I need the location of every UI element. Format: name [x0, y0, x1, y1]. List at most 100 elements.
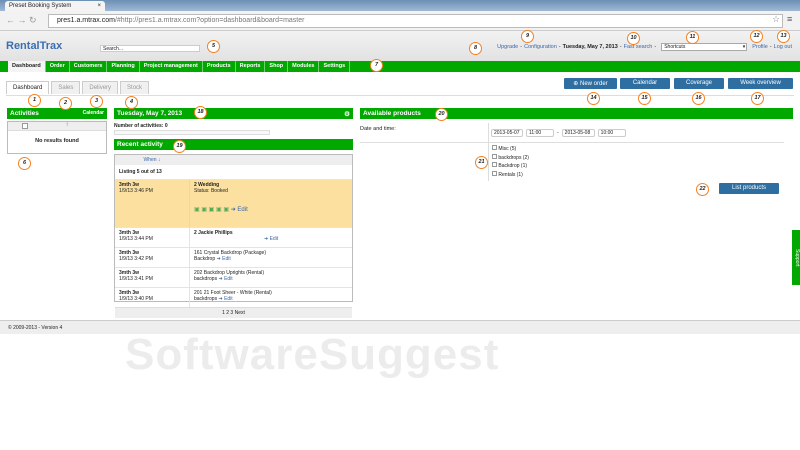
row-time: 1/9/13 3:42 PM — [119, 256, 153, 262]
category-misc[interactable]: Misc (5) — [492, 145, 529, 154]
tab-dashboard[interactable]: Dashboard — [6, 81, 50, 94]
separator: - — [619, 44, 622, 50]
row-category: backdrops — [194, 276, 218, 282]
week-overview-button[interactable]: Week overview — [728, 78, 793, 89]
category-backdrop[interactable]: Backdrop (1) — [492, 162, 529, 171]
shortcuts-select[interactable]: Shortcuts ▾ — [661, 43, 748, 51]
callout: 16 — [692, 92, 705, 105]
edit-link[interactable]: ➜ Edit — [217, 256, 231, 262]
activities-table: ↑ No results found — [7, 121, 107, 154]
star-icon[interactable]: ☆ — [772, 14, 780, 25]
nav-shop[interactable]: Shop — [265, 61, 289, 72]
tab-delivery[interactable]: Delivery — [82, 81, 119, 94]
to-date-input[interactable]: 2013-05-08 — [561, 129, 595, 137]
list-products-button[interactable]: List products — [719, 183, 779, 194]
table-row[interactable]: 3mth 3w 1/9/13 3:40 PM 201 21 Foot Sheer … — [115, 287, 352, 307]
callout: 1 — [28, 94, 41, 107]
support-tab[interactable]: Support — [792, 230, 800, 285]
sub-tabs: Dashboard Sales Delivery Stock — [6, 81, 150, 94]
category-label: Rentals (1) — [498, 171, 523, 178]
row-title: 2 Jackie Phillips — [194, 230, 233, 236]
action-icons[interactable]: ▣ ▣ ▣ ▣ ▣ ➜ Edit — [194, 206, 348, 213]
when-column-header[interactable]: When ↓ — [115, 155, 189, 165]
pagination[interactable]: 1 2 3 Next — [115, 307, 352, 318]
category-label: Misc (5) — [498, 146, 517, 152]
nav-modules[interactable]: Modules — [288, 61, 320, 72]
nav-planning[interactable]: Planning — [107, 61, 140, 72]
new-order-button[interactable]: ⊕ New order — [564, 78, 617, 89]
nav-project-management[interactable]: Project management — [140, 61, 203, 72]
table-header: When ↓ — [115, 155, 352, 165]
main-nav: Dashboard Order Customers Planning Proje… — [0, 61, 800, 72]
divider — [488, 123, 489, 181]
current-date: Tuesday, May 7, 2013 — [562, 44, 618, 50]
menu-icon[interactable]: ≡ — [787, 14, 792, 24]
nav-order[interactable]: Order — [46, 61, 70, 72]
callout: 22 — [696, 183, 709, 196]
logo: RentalTrax — [6, 40, 63, 52]
category-rentals[interactable]: Rentals (1) — [492, 170, 529, 180]
callout: 7 — [370, 59, 383, 72]
tab-sales[interactable]: Sales — [51, 81, 81, 94]
nav-settings[interactable]: Settings — [319, 61, 351, 72]
checkbox[interactable] — [492, 162, 497, 167]
callout: 3 — [90, 95, 103, 108]
search-input[interactable]: Search... — [100, 45, 200, 52]
to-time-input[interactable]: 10:00 — [597, 129, 626, 137]
callout: 9 — [521, 30, 534, 43]
row-category: backdrops — [194, 296, 218, 302]
edit-link[interactable]: ➜ Edit — [218, 296, 232, 302]
table-row[interactable]: 3mth 3w 1/9/13 3:42 PM 161 Crystal Backdr… — [115, 247, 352, 267]
callout: 14 — [587, 92, 600, 105]
chevron-down-icon: ▾ — [742, 44, 746, 50]
from-date-input[interactable]: 2013-05-07 — [491, 129, 523, 137]
edit-link[interactable]: ➜ Edit — [264, 236, 278, 242]
calendar-link[interactable]: Calendar — [83, 110, 104, 116]
table-row[interactable]: 3mth 3w 1/9/13 3:46 PM 2 Wedding Status: B… — [115, 179, 352, 227]
profile-link[interactable]: Profile — [752, 44, 768, 50]
category-label: backdrops (2) — [498, 154, 529, 161]
gear-icon[interactable]: ⚙ — [344, 110, 350, 118]
table-row[interactable]: 3mth 3w 1/9/13 3:41 PM 202 Backdrop Uprig… — [115, 267, 352, 287]
sort-arrow-icon[interactable]: ↑ — [66, 122, 69, 128]
nav-customers[interactable]: Customers — [70, 61, 108, 72]
empty-message: No results found — [35, 138, 79, 144]
callout: 19 — [173, 140, 186, 153]
edit-link[interactable]: ➜ Edit — [218, 276, 232, 282]
category-backdrops[interactable]: backdrops (2) — [492, 153, 529, 163]
table-row[interactable]: 3mth 3w 1/9/13 3:44 PM 2 Jackie Phillips ➜… — [115, 227, 352, 247]
edit-link[interactable]: ➜ Edit — [231, 207, 248, 213]
available-products-header: Available products — [360, 108, 793, 119]
coverage-button[interactable]: Coverage — [674, 78, 724, 89]
callout: 20 — [435, 108, 448, 121]
callout: 17 — [751, 92, 764, 105]
category-label: Backdrop (1) — [498, 163, 528, 169]
close-icon[interactable]: × — [97, 3, 101, 9]
edit-label: Edit — [224, 296, 233, 302]
configuration-link[interactable]: Configuration — [524, 44, 557, 50]
date-time-label: Date and time: — [360, 126, 396, 132]
tab-stock[interactable]: Stock — [120, 81, 150, 94]
upgrade-link[interactable]: Upgrade — [497, 44, 518, 50]
activities-header: Activities Calendar — [7, 108, 107, 119]
nav-products[interactable]: Products — [203, 61, 236, 72]
checkbox[interactable] — [492, 170, 497, 176]
divider — [360, 142, 784, 143]
row-category: Backdrop — [194, 256, 216, 262]
separator: - — [520, 44, 523, 50]
from-time-input[interactable]: 11:00 — [526, 129, 554, 137]
nav-reports[interactable]: Reports — [236, 61, 266, 72]
back-forward-reload-icon[interactable]: ← → ↻ — [6, 15, 37, 26]
select-all-checkbox[interactable] — [22, 123, 28, 129]
checkbox[interactable] — [492, 153, 497, 159]
checkbox[interactable] — [492, 145, 497, 150]
nav-dashboard[interactable]: Dashboard — [8, 61, 46, 72]
fast-search-link[interactable]: Fast search — [624, 44, 653, 50]
url-input[interactable]: pres1.a.mtrax.com/#http://pres1.a.mtrax.… — [48, 14, 783, 28]
category-list: Misc (5) backdrops (2) Backdrop (1) Rent… — [492, 145, 529, 179]
calendar-button[interactable]: Calendar — [620, 78, 670, 89]
logout-link[interactable]: Log out — [774, 44, 792, 50]
tab-title: Preset Booking System — [9, 3, 72, 9]
table-header: ↑ — [8, 122, 106, 131]
shortcuts-value: Shortcuts — [664, 44, 686, 50]
